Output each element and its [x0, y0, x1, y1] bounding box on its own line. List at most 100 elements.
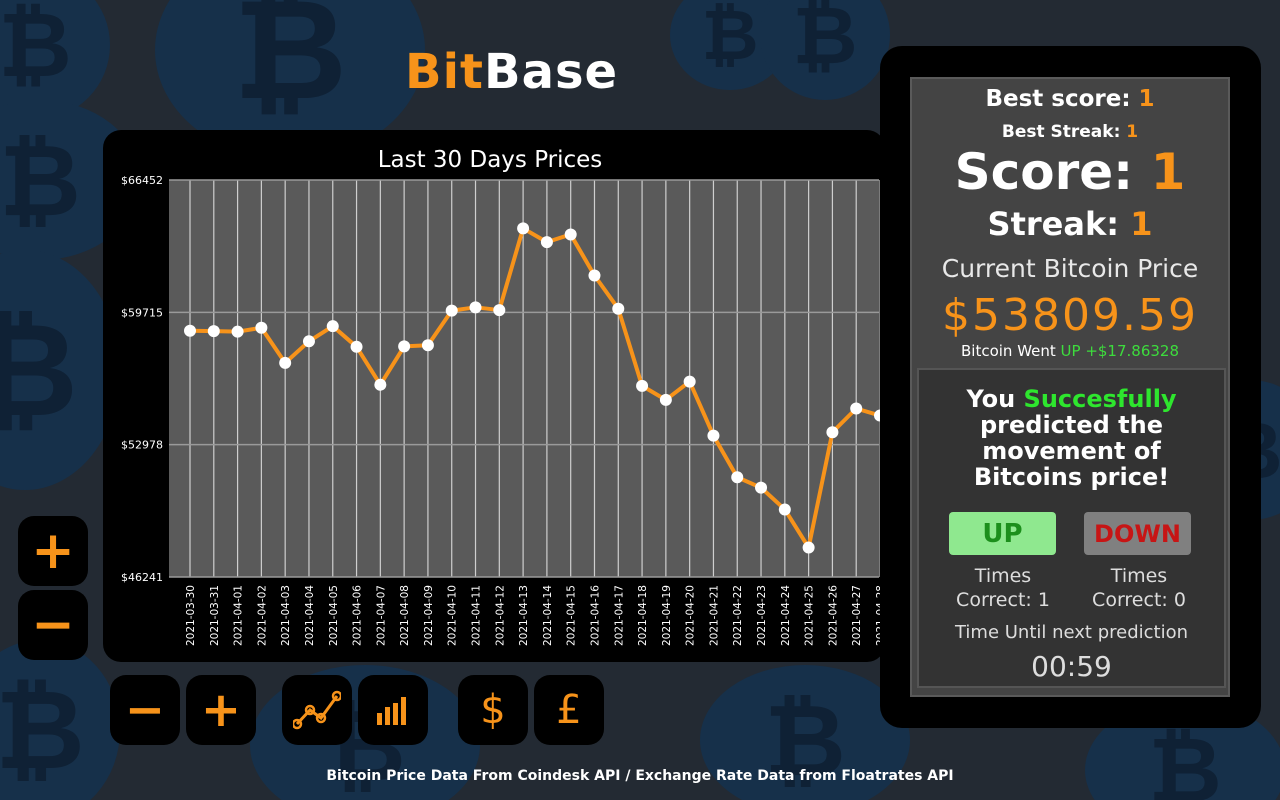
x-tick-label: 2021-03-30 [185, 585, 197, 646]
msg-success: Succesfully [1023, 385, 1177, 413]
x-tick-label: 2021-04-07 [375, 585, 387, 646]
price-point [493, 304, 506, 317]
y-tick-label: $52978 [121, 439, 163, 452]
x-tick-label: 2021-04-24 [780, 585, 792, 646]
streak: Streak: 1 [910, 205, 1230, 243]
time-until-label: Time Until next prediction [954, 622, 1189, 643]
x-tick-label: 2021-04-23 [756, 585, 768, 646]
chart-zoom-in-button[interactable]: + [186, 675, 256, 745]
price-point [850, 402, 863, 415]
x-tick-label: 2021-04-02 [256, 585, 268, 646]
predict-down-button[interactable]: DOWN [1084, 512, 1191, 555]
up-correct-count: Correct: 1 [956, 589, 1050, 611]
price-point [612, 302, 625, 315]
bar-chart-button[interactable] [358, 675, 428, 745]
price-point [231, 325, 244, 338]
current-price-label: Current Bitcoin Price [941, 254, 1199, 283]
best-streak-value: 1 [1126, 122, 1139, 142]
best-streak-label: Best Streak: [1001, 122, 1127, 142]
x-tick-label: 2021-04-26 [827, 585, 839, 646]
dollar-icon: $ [480, 687, 506, 733]
price-chart-panel: $66452 $59715 $52978 $46241 Last 30 Days Pri… [103, 130, 885, 662]
price-point [588, 269, 601, 282]
gbp-currency-button[interactable]: £ [534, 675, 604, 745]
price-point [421, 339, 434, 352]
price-point [707, 429, 720, 442]
x-tick-label: 2021-03-31 [209, 585, 221, 646]
y-tick-label: $66452 [121, 174, 163, 187]
price-point [778, 503, 791, 516]
streak-value: 1 [1130, 205, 1153, 243]
x-tick-label: 2021-04-08 [399, 585, 411, 646]
usd-currency-button[interactable]: $ [458, 675, 528, 745]
x-tick-label: 2021-04-09 [423, 585, 435, 646]
price-point [326, 320, 339, 333]
x-tick-label: 2021-04-17 [613, 585, 625, 646]
price-point [350, 340, 363, 353]
line-chart-button[interactable] [282, 675, 352, 745]
data-source-footer: Bitcoin Price Data From Coindesk API / E… [326, 768, 954, 784]
x-tick-label: 2021-04-04 [304, 585, 316, 646]
prediction-result-message: You Succesfully predicted the movement o… [917, 386, 1226, 490]
bitbase-logo: BitBase [405, 44, 618, 100]
x-tick-label: 2021-04-21 [708, 585, 720, 646]
bar-chart-icon [377, 697, 406, 725]
price-point [184, 324, 196, 337]
plus-icon: + [200, 682, 242, 738]
best-score: Best score: 1 [910, 86, 1230, 112]
zoom-out-button[interactable]: − [18, 590, 88, 660]
predict-up-button[interactable]: UP [949, 512, 1056, 555]
x-tick-label: 2021-04-12 [494, 585, 506, 646]
price-point [683, 375, 696, 388]
x-tick-label: 2021-04-05 [328, 585, 340, 646]
down-correct-count: Correct: 0 [1092, 589, 1186, 611]
x-tick-label: 2021-04-01 [233, 585, 245, 646]
price-point [659, 393, 672, 406]
down-times-label: Times [1110, 565, 1168, 587]
x-tick-label: 2021-04-15 [566, 585, 578, 646]
price-point [279, 356, 292, 369]
countdown-timer: 00:59 [1031, 650, 1112, 683]
streak-label: Streak: [987, 205, 1131, 243]
line-chart-icon [293, 690, 341, 730]
best-score-value: 1 [1138, 86, 1155, 112]
x-tick-label: 2021-04-11 [471, 585, 483, 646]
x-tick-label: 2021-04-06 [352, 585, 364, 646]
chart-zoom-out-button[interactable]: − [110, 675, 180, 745]
zoom-in-button[interactable]: + [18, 516, 88, 586]
best-score-label: Best score: [985, 86, 1139, 112]
price-change-prefix: Bitcoin Went [960, 342, 1061, 360]
x-tick-label: 2021-04-25 [804, 585, 816, 646]
current-price-value: $53809.59 [942, 290, 1198, 341]
bitcoin-coin-decoration: ₿ [760, 0, 890, 100]
up-times-label: Times [974, 565, 1032, 587]
plot-area [169, 180, 879, 577]
price-point [755, 481, 768, 494]
price-point [374, 378, 387, 391]
price-point [255, 321, 268, 334]
x-tick-label: 2021-04-10 [447, 585, 459, 646]
x-tick-label: 2021-04-14 [542, 585, 554, 646]
y-tick-label: $59715 [121, 306, 163, 319]
price-point [540, 236, 553, 249]
minus-icon: − [124, 682, 166, 738]
price-point [731, 471, 744, 484]
y-tick-label: $46241 [121, 571, 163, 584]
x-tick-label: 2021-04-03 [280, 585, 292, 646]
chart-title: Last 30 Days Prices [378, 147, 603, 173]
x-tick-label: 2021-04-13 [518, 585, 530, 646]
logo-bit: Bit [405, 44, 484, 100]
score-label: Score: [954, 143, 1151, 201]
msg-you: You [966, 385, 1024, 413]
price-point [802, 541, 815, 554]
price-point [517, 222, 530, 235]
score: Score: 1 [910, 143, 1230, 201]
logo-base: Base [483, 44, 619, 100]
x-tick-label: 2021-04-22 [732, 585, 744, 646]
price-point [564, 228, 577, 241]
x-tick-label: 2021-04-18 [637, 585, 649, 646]
price-change-text: Bitcoin Went UP +$17.86328 [910, 342, 1230, 360]
bitcoin-coin-decoration: ₿ [0, 250, 120, 490]
x-tick-label: 2021-04-16 [589, 585, 601, 646]
down-times-correct: Times Correct: 0 [1069, 564, 1209, 612]
